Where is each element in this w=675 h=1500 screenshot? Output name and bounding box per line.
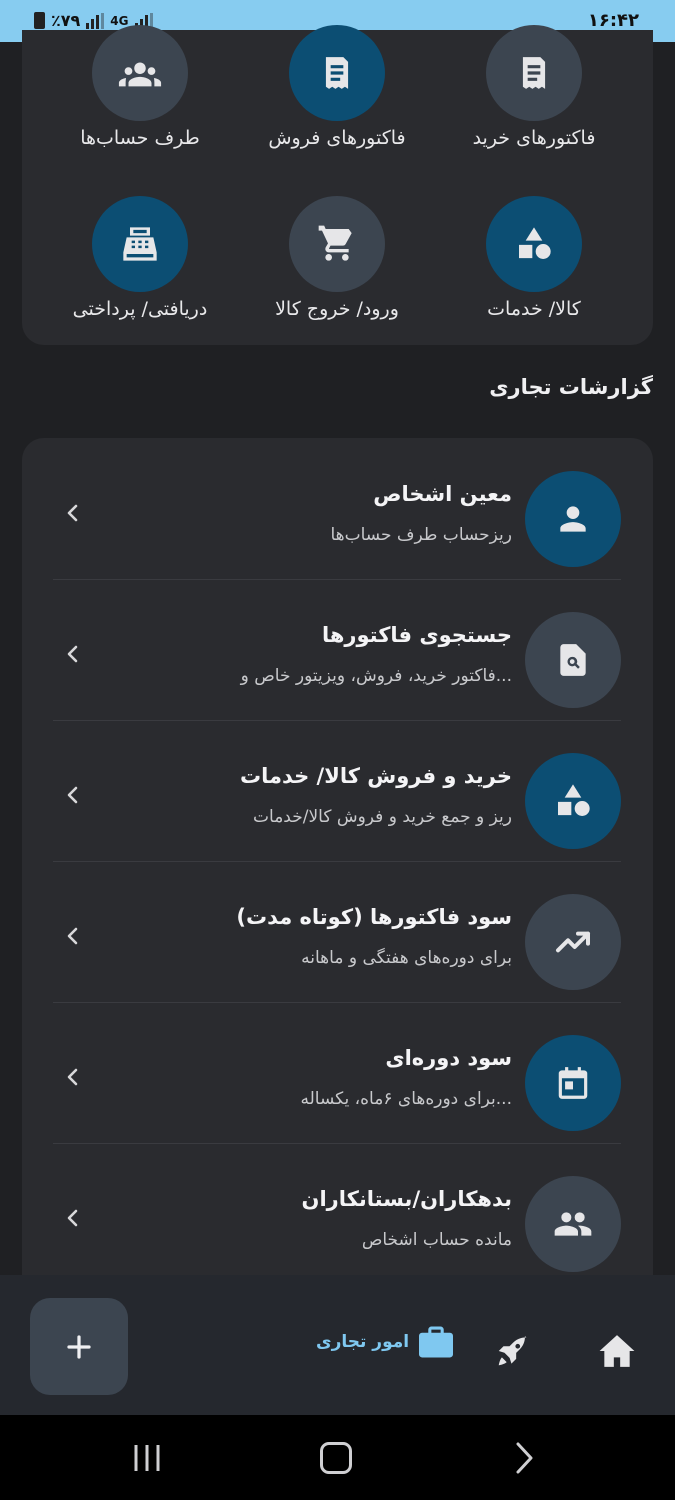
calendar-icon — [525, 1035, 621, 1131]
quick-action-label: فاکتورهای فروش — [268, 127, 406, 149]
quick-action-label: دریافتی/ پرداختی — [72, 298, 208, 320]
quick-action-accounts[interactable]: طرف حساب‌ها — [50, 25, 230, 149]
briefcase-icon — [419, 1326, 454, 1358]
quick-action-label: ورود/ خروج کالا — [275, 298, 399, 320]
report-subtitle: مانده حساب اشخاص — [361, 1230, 512, 1250]
chevron-left-icon — [67, 927, 78, 945]
quick-action-sales-invoices[interactable]: فاکتورهای فروش — [247, 25, 427, 149]
reports-section-title: گزارشات تجاری — [489, 375, 653, 399]
report-title: بدهکاران/بستانکاران — [301, 1187, 512, 1211]
quick-action-purchase-invoices[interactable]: فاکتورهای خرید — [444, 25, 624, 149]
people-icon — [525, 1176, 621, 1272]
nav-rocket[interactable] — [494, 1332, 532, 1374]
system-navigation-bar — [0, 1415, 675, 1500]
report-subtitle: فاکتور خرید، فروش، ویزیتور خاص و... — [240, 666, 512, 686]
quick-action-label: طرف حساب‌ها — [80, 127, 200, 149]
trending-icon — [525, 894, 621, 990]
chevron-left-icon — [67, 645, 78, 663]
report-subtitle: ریز و جمع خرید و فروش کالا/خدمات — [253, 807, 512, 827]
cart-icon — [289, 196, 385, 292]
chevron-right-icon[interactable] — [512, 1441, 536, 1475]
nav-business-affairs[interactable]: امور تجاری — [316, 1325, 455, 1359]
report-title: جستجوی فاکتورها — [321, 623, 512, 647]
report-title: سود دوره‌ای — [385, 1046, 512, 1070]
file-search-icon — [525, 612, 621, 708]
report-subtitle: ریزحساب طرف حساب‌ها — [330, 525, 512, 545]
report-item-person-ledger[interactable]: معین اشخاص ریزحساب طرف حساب‌ها — [53, 438, 621, 580]
quick-action-label: کالا/ خدمات — [487, 298, 581, 320]
report-title: سود فاکتورها (کوتاه مدت) — [236, 905, 512, 929]
network-type: 4G — [110, 13, 129, 28]
chevron-left-icon — [67, 786, 78, 804]
person-icon — [525, 471, 621, 567]
shapes-icon — [525, 753, 621, 849]
report-item-periodic-profit[interactable]: سود دوره‌ای برای دوره‌های ۶ماه، یکساله..… — [53, 1002, 621, 1144]
reports-list: معین اشخاص ریزحساب طرف حساب‌ها جستجوی فا… — [22, 438, 653, 1278]
quick-action-receipts-payments[interactable]: دریافتی/ پرداختی — [50, 196, 230, 320]
report-subtitle: برای دوره‌های هفتگی و ماهانه — [301, 948, 512, 968]
shapes-icon — [486, 196, 582, 292]
cash-register-icon — [92, 196, 188, 292]
chevron-left-icon — [67, 1068, 78, 1086]
report-subtitle: برای دوره‌های ۶ماه، یکساله... — [300, 1089, 513, 1109]
quick-action-stock-in-out[interactable]: ورود/ خروج کالا — [247, 196, 427, 320]
report-title: معین اشخاص — [373, 482, 512, 506]
quick-action-label: فاکتورهای خرید — [472, 127, 596, 149]
recents-icon[interactable] — [132, 1443, 162, 1473]
report-item-debtors-creditors[interactable]: بدهکاران/بستانکاران مانده حساب اشخاص — [53, 1143, 621, 1278]
report-item-short-term-profit[interactable]: سود فاکتورها (کوتاه مدت) برای دوره‌های ه… — [53, 861, 621, 1003]
chevron-left-icon — [67, 504, 78, 522]
groups-icon — [92, 25, 188, 121]
bottom-navigation: امور تجاری — [0, 1275, 675, 1415]
add-button[interactable] — [30, 1298, 128, 1395]
quick-action-goods-services[interactable]: کالا/ خدمات — [444, 196, 624, 320]
receipt-icon — [289, 25, 385, 121]
rocket-icon — [498, 1335, 527, 1366]
report-item-goods-trade[interactable]: خرید و فروش کالا/ خدمات ریز و جمع خرید و… — [53, 720, 621, 862]
receipt-icon — [486, 25, 582, 121]
battery-icon — [34, 12, 45, 29]
home-button[interactable] — [320, 1442, 352, 1474]
nav-home[interactable] — [598, 1333, 636, 1373]
nav-active-label: امور تجاری — [316, 1332, 410, 1352]
chevron-left-icon — [67, 1209, 78, 1227]
report-title: خرید و فروش کالا/ خدمات — [239, 764, 512, 788]
plus-icon — [67, 1334, 91, 1359]
report-item-invoice-search[interactable]: جستجوی فاکتورها فاکتور خرید، فروش، ویزیت… — [53, 579, 621, 721]
home-icon — [599, 1335, 635, 1367]
quick-actions-card: فاکتورهای خرید فاکتورهای فروش طرف حساب‌ه… — [22, 25, 653, 345]
